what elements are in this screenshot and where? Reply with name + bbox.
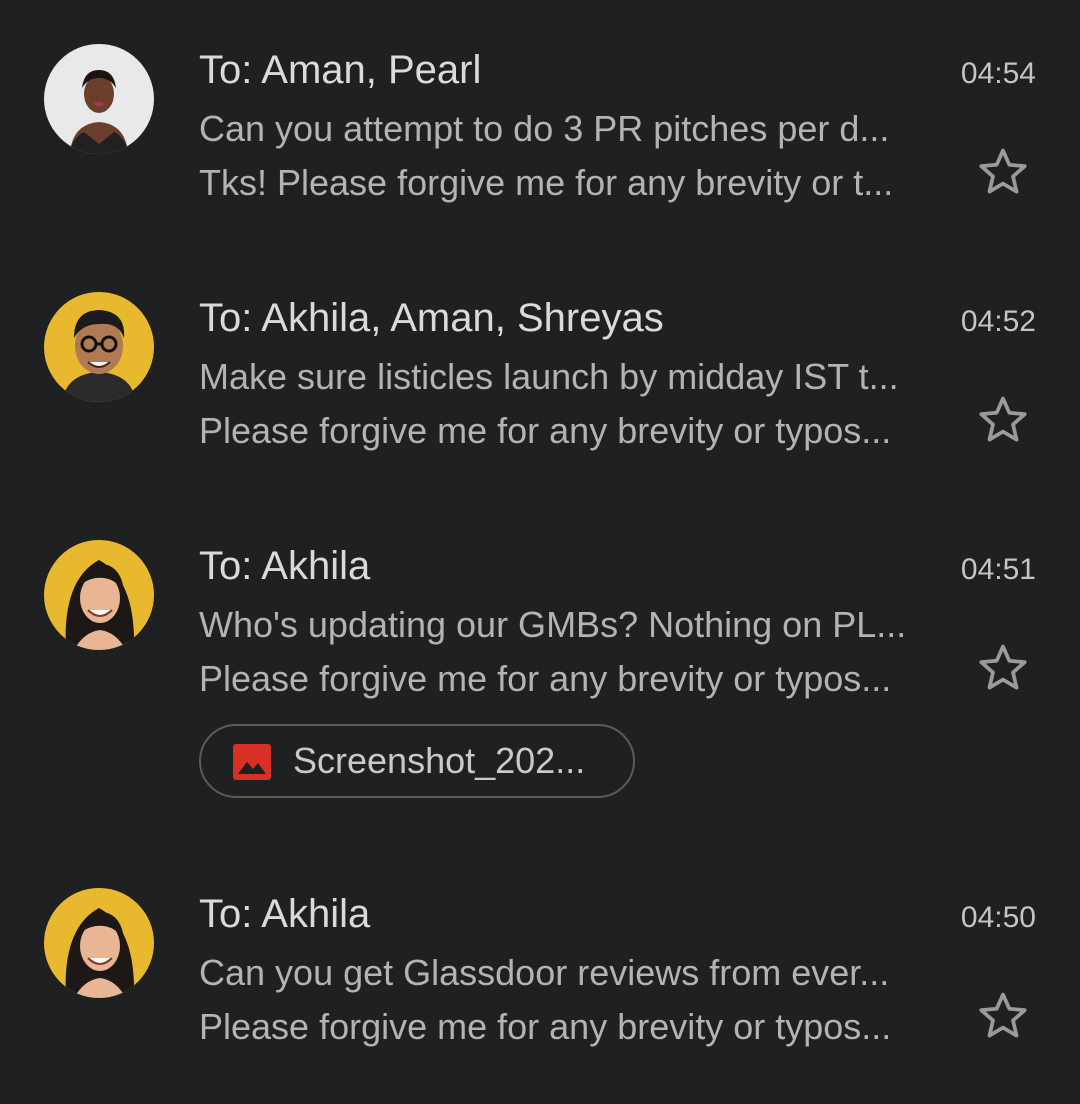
email-row[interactable]: To: Akhila 04:51 Who's updating our GMBs… bbox=[0, 496, 1080, 844]
recipients: To: Akhila bbox=[199, 544, 371, 588]
star-icon[interactable] bbox=[975, 144, 1031, 200]
recipients: To: Akhila, Aman, Shreyas bbox=[199, 296, 664, 340]
cartoon-woman-icon bbox=[44, 540, 154, 650]
snippet: Tks! Please forgive me for any brevity o… bbox=[199, 162, 894, 203]
star-icon[interactable] bbox=[975, 988, 1031, 1044]
snippet: Please forgive me for any brevity or typ… bbox=[199, 658, 892, 699]
timestamp: 04:52 bbox=[960, 305, 1036, 338]
timestamp: 04:51 bbox=[960, 553, 1036, 586]
recipients: To: Akhila bbox=[199, 892, 371, 936]
attachment-name: Screenshot_202... bbox=[293, 740, 586, 781]
timestamp: 04:54 bbox=[960, 57, 1036, 90]
subject: Make sure listicles launch by midday IST… bbox=[199, 356, 899, 397]
star-icon[interactable] bbox=[975, 640, 1031, 696]
cartoon-man-glasses-icon bbox=[44, 292, 154, 402]
snippet: Please forgive me for any brevity or typ… bbox=[199, 1006, 892, 1047]
person-photo-icon bbox=[44, 44, 154, 154]
recipients: To: Aman, Pearl bbox=[199, 48, 482, 92]
image-icon bbox=[233, 744, 271, 780]
email-row[interactable]: To: Aman, Pearl 04:54 Can you attempt to… bbox=[0, 0, 1080, 248]
avatar[interactable] bbox=[44, 292, 154, 402]
subject: Can you attempt to do 3 PR pitches per d… bbox=[199, 108, 890, 149]
subject: Can you get Glassdoor reviews from ever.… bbox=[199, 952, 890, 993]
timestamp: 04:50 bbox=[960, 901, 1036, 934]
cartoon-woman-icon bbox=[44, 888, 154, 998]
subject: Who's updating our GMBs? Nothing on PL..… bbox=[199, 604, 907, 645]
snippet: Please forgive me for any brevity or typ… bbox=[199, 410, 892, 451]
email-row[interactable]: To: Akhila 04:50 Can you get Glassdoor r… bbox=[0, 844, 1080, 1104]
star-icon[interactable] bbox=[975, 392, 1031, 448]
attachment-chip[interactable]: Screenshot_202... bbox=[199, 724, 635, 798]
email-list: To: Aman, Pearl 04:54 Can you attempt to… bbox=[0, 0, 1080, 1104]
avatar[interactable] bbox=[44, 888, 154, 998]
email-row[interactable]: To: Akhila, Aman, Shreyas 04:52 Make sur… bbox=[0, 248, 1080, 496]
avatar[interactable] bbox=[44, 44, 154, 154]
avatar[interactable] bbox=[44, 540, 154, 650]
